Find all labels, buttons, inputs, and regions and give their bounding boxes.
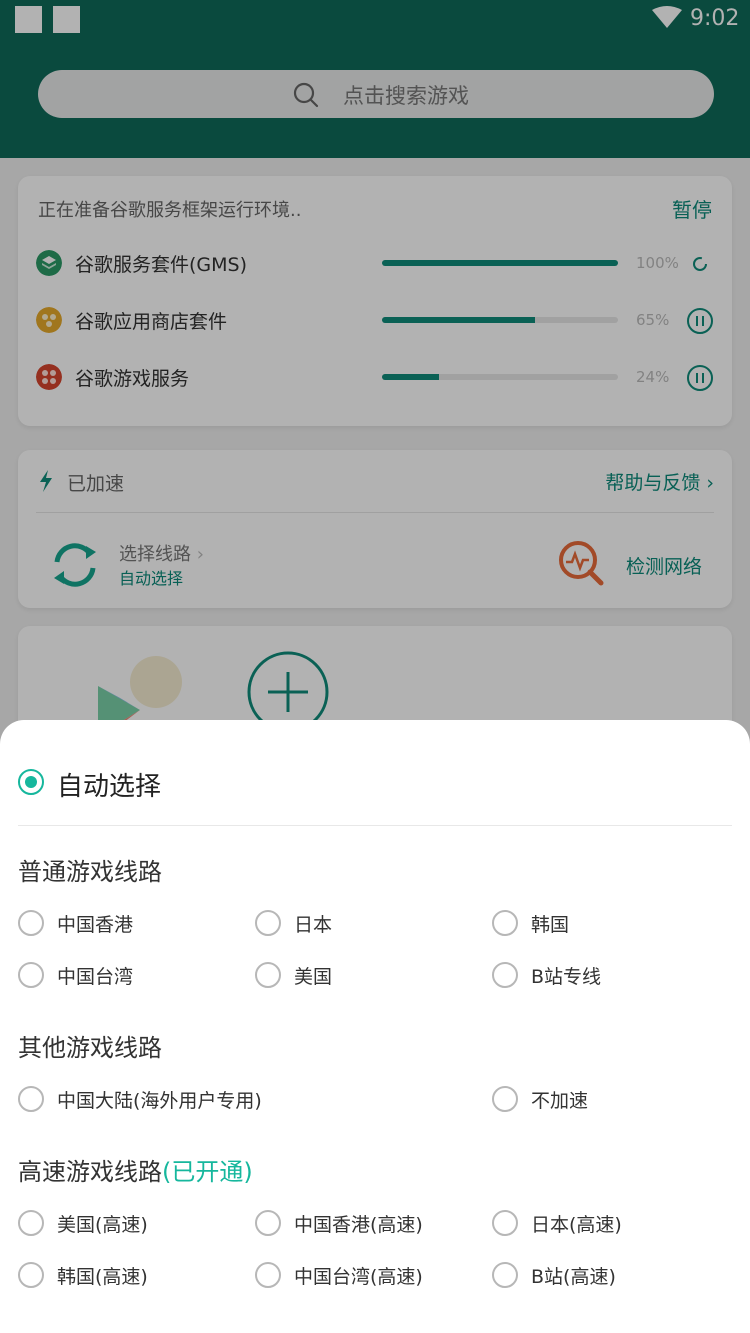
radio-option[interactable] [492,962,518,988]
radio-option[interactable] [255,1262,281,1288]
radio-option[interactable] [492,1262,518,1288]
radio-option[interactable] [18,1086,44,1112]
radio-option[interactable] [18,1262,44,1288]
radio-option[interactable] [18,910,44,936]
section-title-other: 其他游戏线路 [18,1034,162,1062]
option-label[interactable]: B站(高速) [531,1262,616,1289]
option-label[interactable]: 不加速 [531,1086,588,1113]
option-label[interactable]: B站专线 [531,962,601,989]
option-label[interactable]: 中国台湾(高速) [294,1262,423,1289]
section-title-normal: 普通游戏线路 [18,858,162,886]
radio-auto-select[interactable] [18,769,44,795]
option-label[interactable]: 美国 [294,962,332,989]
radio-option[interactable] [18,962,44,988]
option-label[interactable]: 中国台湾 [57,962,133,989]
radio-option[interactable] [492,1086,518,1112]
option-label[interactable]: 日本 [294,910,332,937]
option-label[interactable]: 中国香港 [57,910,133,937]
radio-option[interactable] [255,1210,281,1236]
divider [18,825,732,826]
section-title-highspeed: 高速游戏线路(已开通) [18,1152,253,1187]
option-label[interactable]: 日本(高速) [531,1210,622,1237]
option-label[interactable]: 中国香港(高速) [294,1210,423,1237]
radio-option[interactable] [255,910,281,936]
route-select-sheet: 自动选择 普通游戏线路 中国香港 日本 韩国 中国台湾 美国 B站专线 其他游戏… [0,720,750,1333]
option-label[interactable]: 韩国 [531,910,569,937]
section-title-text: 高速游戏线路 [18,1158,162,1186]
radio-option[interactable] [255,962,281,988]
option-label[interactable]: 韩国(高速) [57,1262,148,1289]
radio-option[interactable] [18,1210,44,1236]
auto-select-label[interactable]: 自动选择 [57,766,161,803]
option-label[interactable]: 美国(高速) [57,1210,148,1237]
activated-note: (已开通) [162,1158,253,1186]
radio-option[interactable] [492,910,518,936]
radio-option[interactable] [492,1210,518,1236]
option-label[interactable]: 中国大陆(海外用户专用) [57,1086,262,1113]
